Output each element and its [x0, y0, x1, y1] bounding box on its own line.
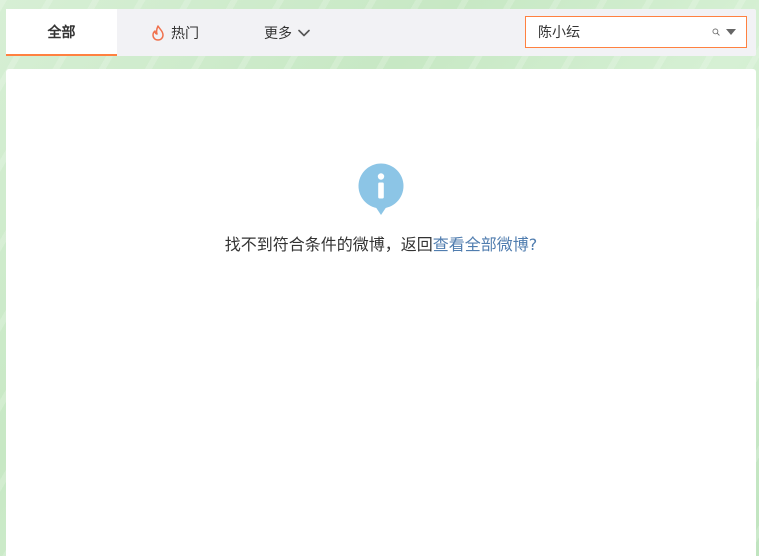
empty-message-text: 找不到符合条件的微博，返回: [224, 235, 433, 254]
results-panel: 找不到符合条件的微博，返回查看全部微博?: [6, 69, 756, 556]
chevron-down-icon: [298, 29, 310, 36]
tab-all-label: 全部: [47, 24, 76, 41]
tab-all[interactable]: 全部: [6, 9, 117, 56]
tab-more-label: 更多: [264, 25, 292, 42]
search-icon[interactable]: [712, 22, 720, 42]
info-icon: [358, 163, 404, 215]
search-box: [525, 16, 747, 48]
filter-tab-bar: 全部 热门 更多: [6, 9, 756, 56]
view-all-weibo-link[interactable]: 查看全部微博?: [433, 235, 538, 254]
search-input[interactable]: [538, 18, 712, 46]
tab-more[interactable]: 更多: [237, 9, 337, 56]
search-dropdown-arrow-icon[interactable]: [726, 29, 736, 35]
flame-icon: [152, 24, 164, 41]
empty-message: 找不到符合条件的微博，返回查看全部微博?: [225, 231, 538, 255]
tab-hot[interactable]: 热门: [117, 9, 233, 56]
tab-hot-label: 热门: [171, 25, 199, 42]
empty-state: 找不到符合条件的微博，返回查看全部微博?: [6, 163, 756, 255]
